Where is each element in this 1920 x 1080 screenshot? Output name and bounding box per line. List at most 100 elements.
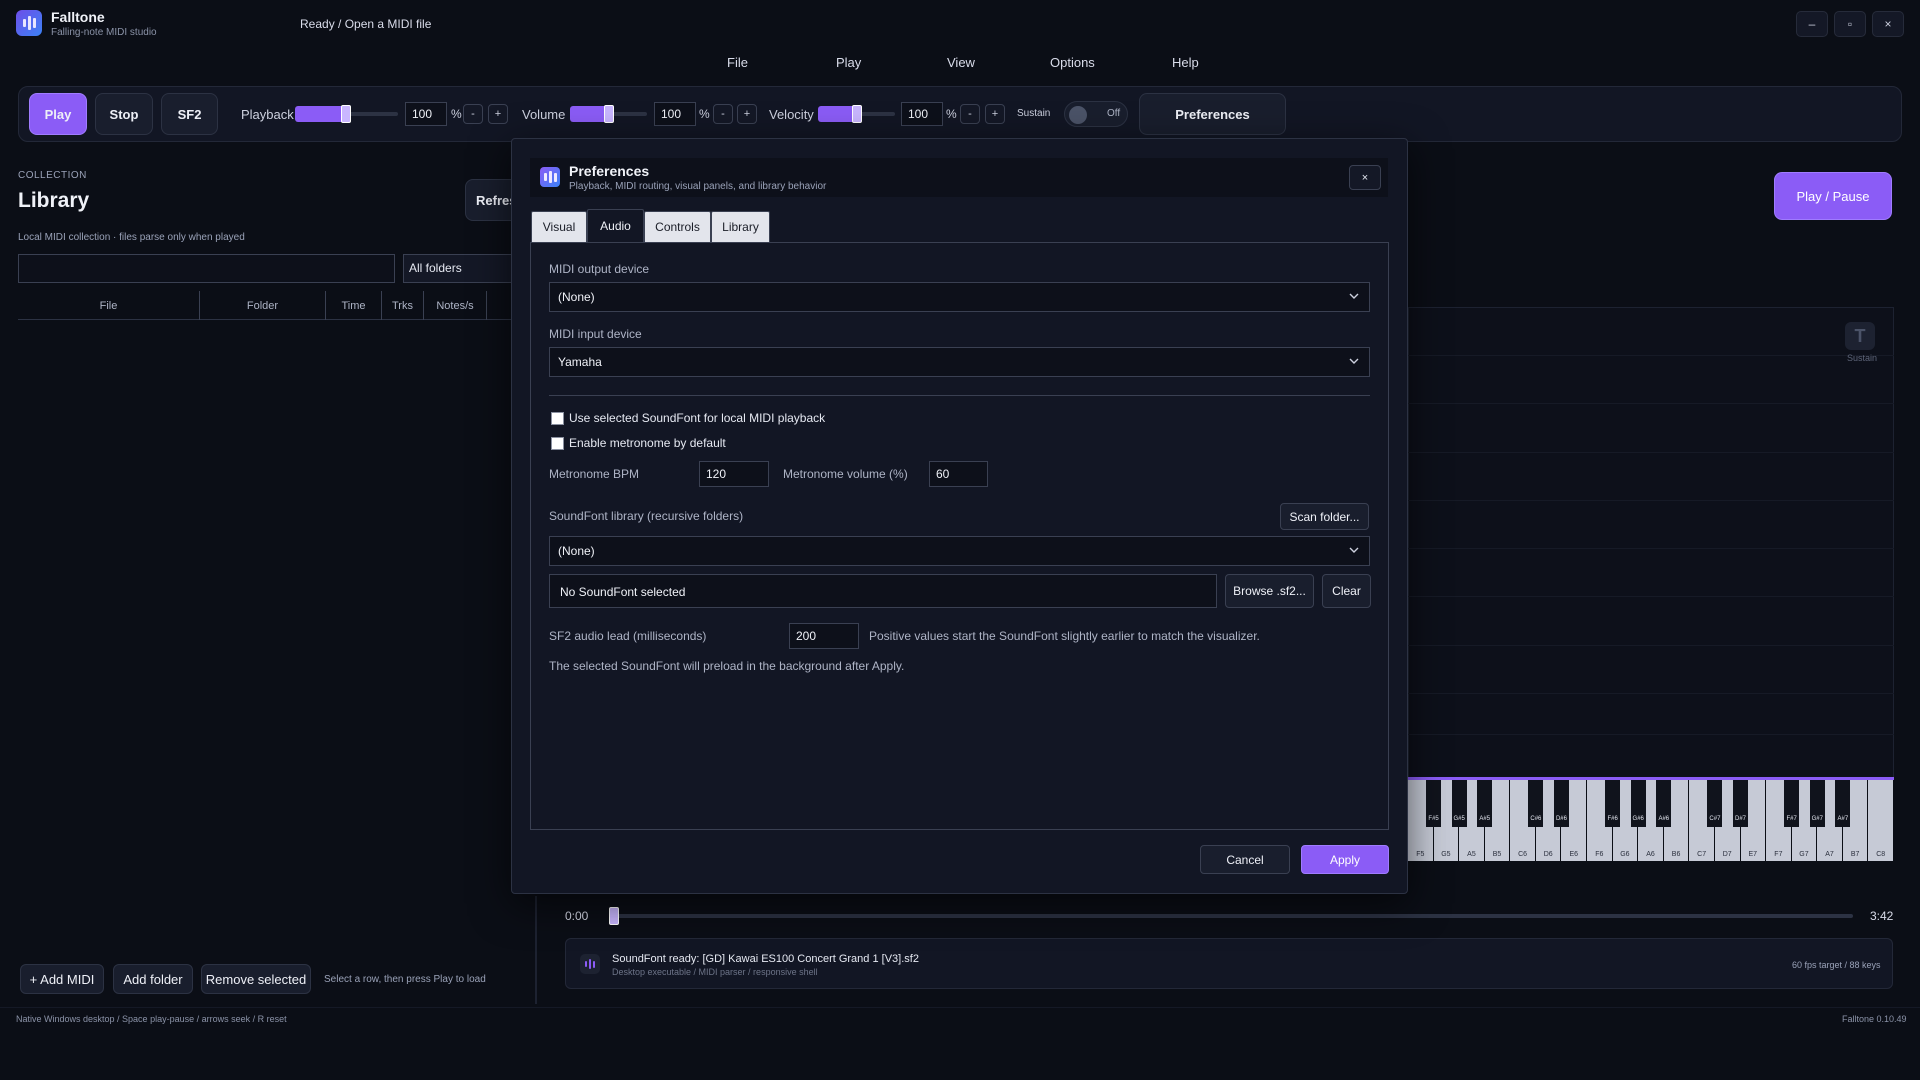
- add-midi-button[interactable]: + Add MIDI: [20, 964, 104, 994]
- velocity-decrease-button[interactable]: -: [960, 104, 980, 124]
- velocity-increase-button[interactable]: +: [985, 104, 1005, 124]
- folder-filter-select[interactable]: All folders: [403, 254, 518, 283]
- black-key[interactable]: A#5: [1477, 780, 1493, 827]
- playback-increase-button[interactable]: +: [488, 104, 508, 124]
- menu-play[interactable]: Play: [836, 55, 861, 70]
- metronome-volume-input[interactable]: 60: [929, 461, 988, 487]
- velocity-slider-thumb[interactable]: [852, 105, 862, 123]
- library-hint: Select a row, then press Play to load: [324, 974, 486, 985]
- black-key[interactable]: C#7: [1707, 780, 1723, 827]
- tab-audio[interactable]: Audio: [587, 209, 644, 243]
- black-key[interactable]: C#6: [1528, 780, 1544, 827]
- key-label: A#6: [1658, 816, 1670, 822]
- clear-soundfont-button[interactable]: Clear: [1322, 574, 1371, 608]
- black-key[interactable]: F#5: [1426, 780, 1442, 827]
- key-label: E6: [1569, 851, 1579, 858]
- remove-selected-button[interactable]: Remove selected: [201, 964, 311, 994]
- column-tracks[interactable]: Trks: [382, 291, 424, 320]
- maximize-button[interactable]: ▫: [1834, 11, 1866, 37]
- volume-increase-button[interactable]: +: [737, 104, 757, 124]
- soundfont-library-select[interactable]: (None): [549, 536, 1370, 566]
- white-key[interactable]: C8: [1868, 780, 1894, 861]
- play-pause-button[interactable]: Play / Pause: [1774, 172, 1892, 220]
- tab-controls[interactable]: Controls: [644, 211, 711, 243]
- play-button[interactable]: Play: [29, 93, 87, 135]
- key-label: C7: [1697, 851, 1707, 858]
- tab-library[interactable]: Library: [711, 211, 770, 243]
- seek-thumb[interactable]: [609, 907, 619, 925]
- column-file[interactable]: File: [18, 291, 200, 320]
- sf2-lead-input[interactable]: 200: [789, 623, 859, 649]
- playback-slider-thumb[interactable]: [341, 105, 351, 123]
- midi-input-select[interactable]: Yamaha: [549, 347, 1370, 377]
- column-time[interactable]: Time: [326, 291, 382, 320]
- add-folder-button[interactable]: Add folder: [113, 964, 193, 994]
- sustain-pedal-icon: T: [1845, 322, 1875, 350]
- key-label: C#7: [1709, 816, 1721, 822]
- menu-view[interactable]: View: [947, 55, 975, 70]
- sustain-toggle[interactable]: Off: [1064, 101, 1128, 127]
- tab-visual[interactable]: Visual: [531, 211, 587, 243]
- key-label: A6: [1646, 851, 1655, 858]
- black-key[interactable]: G#5: [1451, 780, 1467, 827]
- grid-line: [1408, 734, 1894, 735]
- grid-line: [1408, 355, 1894, 356]
- black-key[interactable]: D#7: [1733, 780, 1749, 827]
- seek-bar[interactable]: [611, 914, 1853, 918]
- velocity-value-input[interactable]: 100: [901, 102, 943, 126]
- library-search-input[interactable]: [18, 254, 395, 283]
- key-label: C6: [1518, 851, 1528, 858]
- soundfont-path-field: No SoundFont selected: [549, 574, 1217, 608]
- cancel-button[interactable]: Cancel: [1200, 845, 1290, 874]
- metronome-default-checkbox[interactable]: [551, 437, 564, 450]
- menu-options[interactable]: Options: [1050, 55, 1095, 70]
- browse-sf2-button[interactable]: Browse .sf2...: [1225, 574, 1314, 608]
- menu-file[interactable]: File: [727, 55, 748, 70]
- scan-folder-button[interactable]: Scan folder...: [1280, 503, 1369, 530]
- black-key[interactable]: G#6: [1630, 780, 1646, 827]
- footer: [0, 1007, 1920, 1031]
- playback-slider-fill: [295, 106, 347, 122]
- key-label: D7: [1722, 851, 1732, 858]
- volume-decrease-button[interactable]: -: [713, 104, 733, 124]
- dialog-close-button[interactable]: ×: [1349, 165, 1381, 190]
- volume-value-input[interactable]: 100: [654, 102, 696, 126]
- black-key[interactable]: F#6: [1605, 780, 1621, 827]
- midi-input-label: MIDI input device: [549, 327, 642, 341]
- app-name: Falltone: [51, 9, 105, 25]
- panel-divider: [535, 896, 537, 1004]
- playback-value-input[interactable]: 100: [405, 102, 447, 126]
- close-window-button[interactable]: ×: [1872, 11, 1904, 37]
- use-soundfont-checkbox[interactable]: [551, 412, 564, 425]
- key-label: B7: [1850, 851, 1860, 858]
- sf2-button[interactable]: SF2: [161, 93, 218, 135]
- library-description: Local MIDI collection · files parse only…: [18, 232, 245, 243]
- footer-shortcuts: Native Windows desktop / Space play-paus…: [16, 1014, 287, 1024]
- key-label: G#6: [1632, 816, 1644, 822]
- stop-button[interactable]: Stop: [95, 93, 153, 135]
- minimize-button[interactable]: –: [1796, 11, 1828, 37]
- black-key[interactable]: G#7: [1809, 780, 1825, 827]
- column-folder[interactable]: Folder: [200, 291, 326, 320]
- use-soundfont-label[interactable]: Use selected SoundFont for local MIDI pl…: [569, 411, 825, 425]
- metronome-default-label[interactable]: Enable metronome by default: [569, 436, 726, 450]
- key-label: F#6: [1607, 816, 1618, 822]
- playback-decrease-button[interactable]: -: [463, 104, 483, 124]
- key-label: G5: [1441, 851, 1451, 858]
- black-key[interactable]: A#7: [1835, 780, 1851, 827]
- black-key[interactable]: F#7: [1784, 780, 1800, 827]
- metronome-bpm-input[interactable]: 120: [699, 461, 769, 487]
- volume-slider-thumb[interactable]: [604, 105, 614, 123]
- piano-keyboard: F5 G5 A5 B5 C6 D6 E6 F6 G6 A6 B6 C7 D7 E7 F7 G7 A7 B7 C8 F#…: [1408, 780, 1894, 861]
- midi-output-select[interactable]: (None): [549, 282, 1370, 312]
- playback-label: Playback: [241, 107, 294, 122]
- menu-help[interactable]: Help: [1172, 55, 1199, 70]
- preferences-button[interactable]: Preferences: [1139, 93, 1286, 135]
- black-key[interactable]: A#6: [1656, 780, 1672, 827]
- apply-button[interactable]: Apply: [1301, 845, 1389, 874]
- sf2-lead-hint: Positive values start the SoundFont slig…: [869, 629, 1260, 643]
- column-notes-per-second[interactable]: Notes/s: [424, 291, 487, 320]
- black-key[interactable]: D#6: [1553, 780, 1569, 827]
- key-label: G#5: [1453, 816, 1465, 822]
- sustain-pedal-label: Sustain: [1847, 353, 1878, 363]
